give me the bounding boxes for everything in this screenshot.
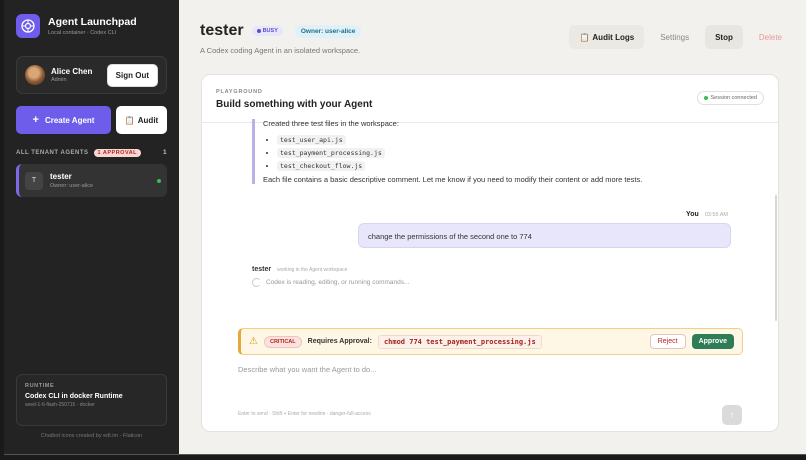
audit-button[interactable]: 📋 Audit <box>116 106 167 134</box>
thinking-indicator: Codex is reading, editing, or running co… <box>252 278 409 287</box>
plus-icon: + <box>32 113 39 126</box>
brand-title: Agent Launchpad <box>48 16 137 28</box>
runtime-card: RUNTIME Codex CLI in docker Runtime seed… <box>16 374 167 426</box>
scrollbar[interactable] <box>775 195 777 321</box>
sign-out-button[interactable]: Sign Out <box>106 63 158 87</box>
approval-label: Requires Approval: <box>307 338 372 345</box>
status-label: BUSY <box>262 28 278 34</box>
runtime-label: RUNTIME <box>25 383 55 389</box>
file-name: test_payment_processing.js <box>277 148 385 158</box>
user-message: change the permissions of the second one… <box>358 223 731 248</box>
sidebar-actions: + Create Agent 📋 Audit <box>16 106 167 134</box>
playground-panel: PLAYGROUND Build something with your Age… <box>201 74 779 432</box>
warning-icon: ⚠ <box>249 336 258 347</box>
audit-label: Audit <box>137 115 159 125</box>
user-message-meta: You 03:55 AM <box>686 211 728 218</box>
user-role: Admin <box>51 77 67 83</box>
main-content: tester BUSY Owner: user-alice A Codex co… <box>179 0 806 454</box>
file-name: test_user_api.js <box>277 135 346 145</box>
thinking-text: Codex is reading, editing, or running co… <box>266 279 410 286</box>
spinner-icon <box>252 278 261 287</box>
playground-header: PLAYGROUND Build something with your Age… <box>202 75 778 123</box>
user-message-time: 03:55 AM <box>704 211 728 218</box>
status-badge: BUSY <box>251 26 283 36</box>
approval-count-badge: 1 APPROVAL <box>93 149 142 157</box>
header-actions: 📋 Audit Logs Settings Stop Delete <box>569 25 792 49</box>
agent-working-meta: tester working in the Agent workspace <box>252 266 347 273</box>
credit-link[interactable]: Chatbot icons created by edt.im - Flatic… <box>4 433 179 439</box>
user-name: Alice Chen <box>51 67 93 76</box>
audit-logs-label: Audit Logs <box>592 32 635 42</box>
brain-icon <box>16 14 40 38</box>
send-button[interactable]: ↑ <box>722 405 742 425</box>
agent-title: tester <box>200 22 244 39</box>
playground-title: Build something with your Agent <box>216 99 373 110</box>
list-item: test_checkout_flow.js <box>277 161 682 171</box>
reject-button[interactable]: Reject <box>649 334 686 349</box>
avatar <box>25 65 45 85</box>
agent-header: tester BUSY Owner: user-alice A Codex co… <box>200 22 362 55</box>
owner-badge: Owner: user-alice <box>294 24 362 38</box>
audit-logs-button[interactable]: 📋 Audit Logs <box>569 25 645 49</box>
arrow-up-icon: ↑ <box>729 409 735 421</box>
agents-section-header: ALL TENANT AGENTS 1 APPROVAL 1 <box>16 149 167 157</box>
agent-working-name: tester <box>252 266 272 273</box>
approval-command: chmod 774 test_payment_processing.js <box>377 334 542 349</box>
status-dot-icon <box>256 29 261 33</box>
create-agent-label: Create Agent <box>44 115 95 125</box>
agent-owner: Owner: user-alice <box>50 183 94 189</box>
playground-label: PLAYGROUND <box>216 89 263 95</box>
online-status-icon <box>157 178 161 183</box>
agents-section-label: ALL TENANT AGENTS <box>16 150 89 156</box>
create-agent-button[interactable]: + Create Agent <box>16 106 111 134</box>
connected-dot-icon <box>703 96 708 100</box>
agent-name: tester <box>50 172 72 181</box>
user-card: Alice Chen Admin Sign Out <box>16 56 167 94</box>
severity-badge: CRITICAL <box>263 335 302 348</box>
clipboard-icon: 📋 <box>579 32 590 42</box>
agent-avatar: T <box>25 171 43 190</box>
brand: Agent Launchpad Local container · Codex … <box>16 14 167 38</box>
list-item: test_user_api.js <box>277 135 682 145</box>
sidebar: Agent Launchpad Local container · Codex … <box>4 0 179 454</box>
agent-working-sub: working in the Agent workspace <box>277 267 348 273</box>
delete-button[interactable]: Delete <box>749 25 792 49</box>
app-window: Agent Launchpad Local container · Codex … <box>4 0 806 455</box>
runtime-title: Codex CLI in docker Runtime <box>25 393 123 400</box>
file-list: test_user_api.js test_payment_processing… <box>277 135 682 171</box>
clipboard-icon: 📋 <box>124 115 135 125</box>
session-status: Session connected <box>696 91 764 105</box>
runtime-subtitle: seed-1-6-flash-250715 · docker <box>25 402 95 408</box>
agent-count: 1 <box>163 150 167 156</box>
prompt-input[interactable]: Describe what you want the Agent to do..… <box>238 365 743 374</box>
list-item: test_payment_processing.js <box>277 148 682 158</box>
session-label: Session connected <box>710 95 757 101</box>
agent-message-intro: Created three test files in the workspac… <box>263 119 399 128</box>
agent-message: Created three test files in the workspac… <box>252 119 682 184</box>
agent-list-item[interactable]: T tester Owner: user-alice <box>16 164 167 197</box>
approve-button[interactable]: Approve <box>691 334 734 349</box>
stop-button[interactable]: Stop <box>705 25 743 49</box>
composer-hint: Enter to send · Shift + Enter for newlin… <box>238 411 371 417</box>
agent-description: A Codex coding Agent in an isolated work… <box>200 46 361 55</box>
user-message-author: You <box>686 211 699 218</box>
settings-button[interactable]: Settings <box>650 25 699 49</box>
brand-subtitle: Local container · Codex CLI <box>48 30 117 36</box>
file-name: test_checkout_flow.js <box>277 161 366 171</box>
agent-message-outro: Each file contains a basic descriptive c… <box>263 175 643 184</box>
approval-request: ⚠ CRITICAL Requires Approval: chmod 774 … <box>238 328 743 355</box>
